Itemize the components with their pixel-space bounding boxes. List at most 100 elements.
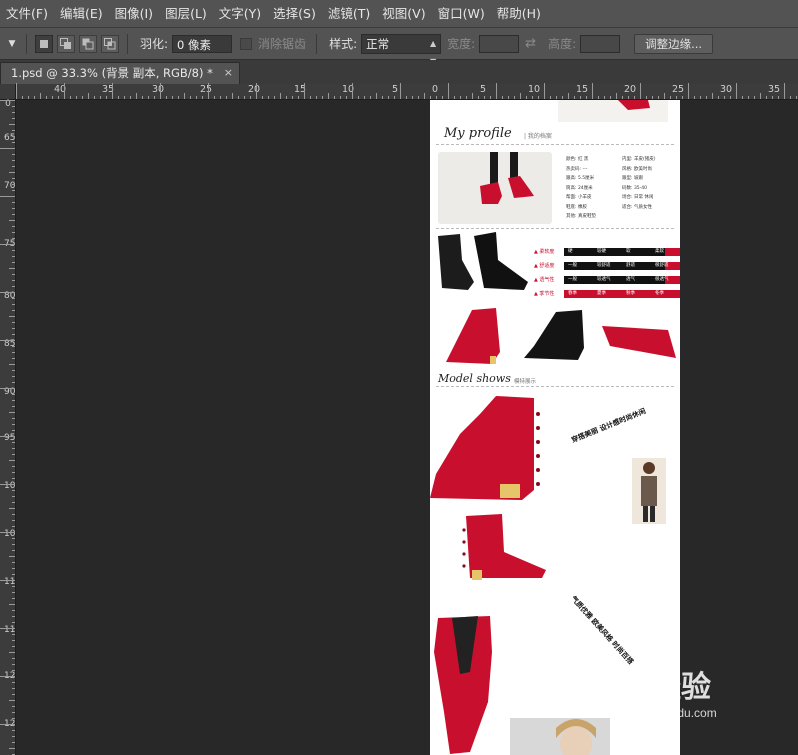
menu-type[interactable]: 文字(Y) bbox=[213, 0, 267, 28]
ruler-tick bbox=[604, 96, 605, 99]
ruler-tick bbox=[9, 364, 15, 365]
subtract-from-selection-button[interactable] bbox=[79, 34, 97, 53]
ruler-tick bbox=[12, 610, 15, 611]
height-input[interactable] bbox=[580, 34, 621, 53]
ruler-tick bbox=[454, 96, 455, 99]
menu-edit[interactable]: 编辑(E) bbox=[54, 0, 109, 28]
menu-image[interactable]: 图像(I) bbox=[109, 0, 159, 28]
ruler-tick bbox=[58, 96, 59, 99]
ruler-tick bbox=[0, 532, 15, 533]
close-tab-icon[interactable]: × bbox=[224, 63, 233, 83]
ruler-label: 5 bbox=[392, 84, 399, 95]
tool-preset-dropdown-icon[interactable]: ▼ bbox=[4, 34, 20, 54]
feather-label: 羽化: bbox=[140, 37, 169, 51]
add-to-selection-button[interactable] bbox=[57, 34, 75, 53]
ruler-tick bbox=[64, 83, 65, 99]
canvas-area[interactable]: My profile | 我的档案 颜色: 红 黑热卖码: --- 跟高: 5.5… bbox=[16, 100, 798, 755]
menu-select[interactable]: 选择(S) bbox=[267, 0, 322, 28]
rating-cell: 较舒适 bbox=[597, 263, 611, 268]
divider bbox=[436, 228, 674, 229]
ruler-tick bbox=[12, 298, 15, 299]
ruler-tick bbox=[412, 96, 413, 99]
ruler-tick bbox=[12, 592, 15, 593]
ruler-tick bbox=[616, 93, 617, 99]
ruler-tick bbox=[382, 96, 383, 99]
width-input[interactable] bbox=[479, 34, 520, 53]
ruler-tick bbox=[12, 688, 15, 689]
ruler-tick bbox=[304, 83, 305, 99]
menu-filter[interactable]: 滤镜(T) bbox=[322, 0, 376, 28]
ruler-tick bbox=[12, 334, 15, 335]
intersect-selection-button[interactable] bbox=[101, 34, 119, 53]
new-selection-button[interactable] bbox=[35, 34, 53, 53]
ruler-tick bbox=[244, 96, 245, 99]
style-select[interactable]: 正常 ▲▼ bbox=[361, 33, 442, 66]
document-canvas[interactable]: My profile | 我的档案 颜色: 红 黑热卖码: --- 跟高: 5.5… bbox=[430, 100, 680, 755]
refine-edge-button[interactable]: 调整边缘... bbox=[634, 33, 714, 54]
ruler-origin[interactable] bbox=[0, 84, 16, 100]
separator bbox=[26, 33, 27, 54]
ruler-tick bbox=[12, 178, 15, 179]
rating-bar: 一般 较舒适 舒适 很舒适 bbox=[564, 262, 680, 270]
ruler-tick bbox=[460, 96, 461, 99]
ruler-tick bbox=[202, 96, 203, 99]
horizontal-ruler[interactable]: 40 35 30 25 20 15 10 5 0 5 10 15 20 25 3… bbox=[16, 83, 798, 100]
ruler-tick bbox=[12, 694, 15, 695]
menu-window[interactable]: 窗口(W) bbox=[432, 0, 491, 28]
subtract-selection-icon bbox=[82, 38, 94, 49]
rating-bar: 硬 较硬 软 柔软 bbox=[564, 248, 680, 256]
ruler-tick bbox=[646, 96, 647, 99]
divider bbox=[436, 144, 674, 145]
ruler-tick bbox=[12, 490, 15, 491]
ruler-label: 35 bbox=[768, 84, 781, 95]
red-boot-side-image bbox=[462, 514, 546, 580]
ruler-tick bbox=[136, 93, 137, 99]
rating-cell: 夏季 bbox=[597, 291, 606, 296]
ruler-tick bbox=[12, 310, 15, 311]
menu-view[interactable]: 视图(V) bbox=[376, 0, 431, 28]
intersect-selection-icon bbox=[104, 37, 116, 49]
ruler-tick bbox=[82, 96, 83, 99]
ruler-tick bbox=[12, 682, 15, 683]
ruler-tick bbox=[12, 502, 15, 503]
ruler-tick bbox=[12, 256, 15, 257]
swap-width-height-icon[interactable]: ⇄ bbox=[525, 36, 536, 51]
vertical-ruler[interactable]: 0 65 70 75 80 85 90 95 100 105 110 115 1… bbox=[0, 100, 21, 755]
ruler-label: 90 bbox=[4, 387, 16, 397]
ruler-tick bbox=[526, 96, 527, 99]
menu-file[interactable]: 文件(F) bbox=[0, 0, 54, 28]
ruler-tick bbox=[46, 96, 47, 99]
document-tab[interactable]: 1.psd @ 33.3% (背景 副本, RGB/8) * × bbox=[0, 62, 240, 84]
ruler-tick bbox=[610, 96, 611, 99]
ruler-tick bbox=[766, 96, 767, 99]
menu-help[interactable]: 帮助(H) bbox=[491, 0, 547, 28]
red-boot-large-image bbox=[430, 396, 540, 500]
ruler-tick bbox=[388, 96, 389, 99]
ruler-tick bbox=[12, 430, 15, 431]
ruler-tick bbox=[12, 718, 15, 719]
ruler-tick bbox=[40, 93, 41, 99]
menu-layer[interactable]: 图层(L) bbox=[159, 0, 213, 28]
black-boots-image bbox=[438, 232, 528, 290]
feather-input[interactable]: 0 像素 bbox=[172, 34, 233, 53]
ruler-tick bbox=[12, 646, 15, 647]
rating-cell: 舒适 bbox=[626, 263, 635, 268]
antialias-checkbox[interactable] bbox=[240, 37, 253, 50]
ruler-tick bbox=[12, 274, 15, 275]
ruler-tick bbox=[316, 96, 317, 99]
ruler-tick bbox=[12, 406, 15, 407]
rating-label: ▲ 柔软度 bbox=[534, 249, 555, 255]
ruler-tick bbox=[34, 96, 35, 99]
ruler-tick bbox=[634, 96, 635, 99]
promo-text-1: 穿搭美丽 设计感时尚休闲 bbox=[570, 407, 648, 445]
ruler-tick bbox=[652, 96, 653, 99]
ruler-tick bbox=[502, 96, 503, 99]
ruler-tick bbox=[9, 268, 15, 269]
ruler-tick bbox=[310, 96, 311, 99]
ruler-tick bbox=[28, 96, 29, 99]
ruler-tick bbox=[142, 96, 143, 99]
ruler-tick bbox=[364, 96, 365, 99]
ruler-tick bbox=[442, 96, 443, 99]
ruler-label: 85 bbox=[4, 339, 16, 349]
ruler-tick bbox=[736, 83, 737, 99]
